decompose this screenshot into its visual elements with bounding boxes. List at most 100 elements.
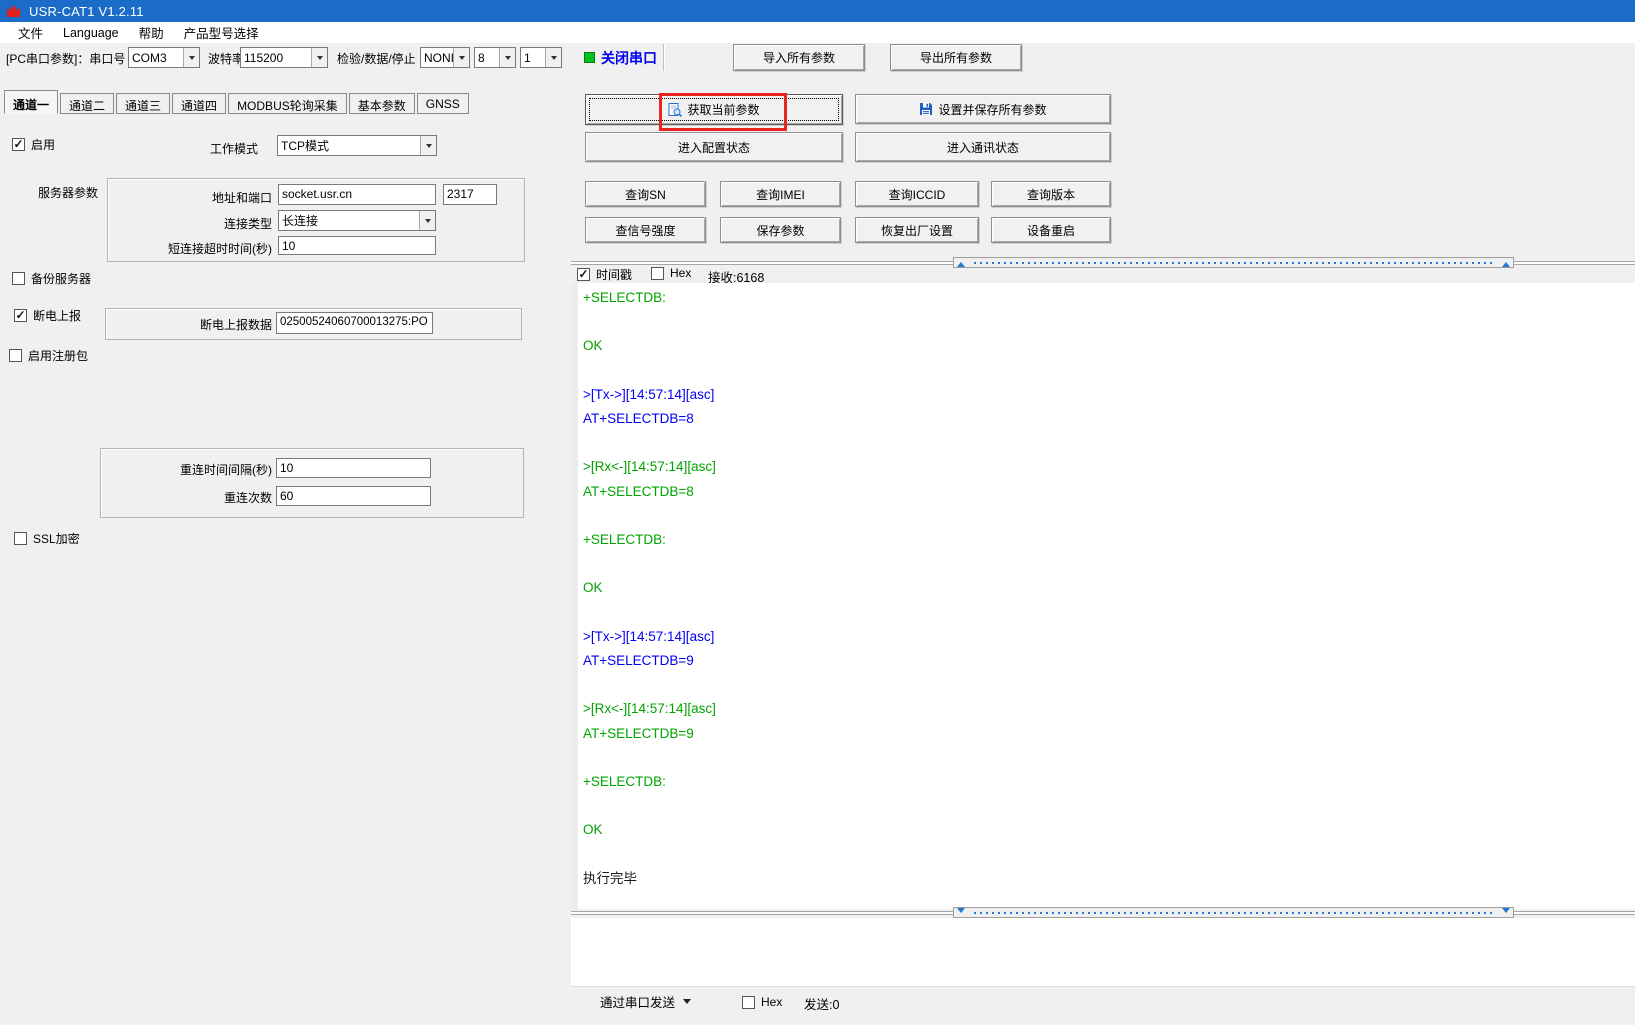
- chevron-down-icon[interactable]: [311, 48, 327, 67]
- com-port-select[interactable]: COM3: [128, 47, 200, 68]
- splitter-grip: [974, 912, 1493, 914]
- short-timeout-input[interactable]: 10: [278, 236, 436, 255]
- device-restart-button[interactable]: 设备重启: [991, 217, 1111, 243]
- parity-value: NONI: [421, 51, 453, 65]
- tab-通道一[interactable]: 通道一: [4, 90, 58, 114]
- toolbar-separator: [663, 44, 664, 71]
- export-all-params-button[interactable]: 导出所有参数: [890, 44, 1022, 71]
- work-mode-select[interactable]: TCP模式: [277, 135, 437, 156]
- enable-label: 启用: [31, 136, 55, 153]
- reconnect-times-label: 重连次数: [120, 489, 272, 506]
- collapse-up-icon[interactable]: [1502, 258, 1510, 267]
- reconnect-times-input[interactable]: 60: [276, 486, 431, 506]
- conn-type-value: 长连接: [279, 212, 419, 229]
- log-line: >[Tx->][14:57:14][asc]: [583, 383, 1631, 407]
- checkbox-box: ✓: [577, 268, 590, 281]
- register-package-checkbox[interactable]: 启用注册包: [9, 347, 88, 364]
- port-open-indicator: [584, 52, 595, 63]
- com-port-value: COM3: [129, 51, 183, 65]
- conn-type-select[interactable]: 长连接: [278, 210, 436, 231]
- parity-select[interactable]: NONI: [420, 47, 470, 68]
- set-save-all-params-label: 设置并保存所有参数: [938, 101, 1046, 118]
- set-save-all-params-button[interactable]: 设置并保存所有参数: [855, 94, 1111, 124]
- pc-serial-label: [PC串口参数]：串口号: [6, 50, 125, 67]
- chevron-down-icon[interactable]: [453, 48, 469, 67]
- send-bar: [571, 986, 1635, 1015]
- tab-通道二[interactable]: 通道二: [60, 93, 114, 114]
- log-line: OK: [583, 818, 1631, 842]
- enter-comm-state-button[interactable]: 进入通讯状态: [855, 132, 1111, 162]
- ssl-label: SSL加密: [33, 530, 80, 547]
- baud-rate-select[interactable]: 115200: [240, 47, 328, 68]
- tab-MODBUS轮询采集[interactable]: MODBUS轮询采集: [228, 93, 347, 114]
- query-signal-button[interactable]: 查信号强度: [585, 217, 706, 243]
- query-sn-button[interactable]: 查询SN: [585, 181, 706, 207]
- save-params-button[interactable]: 保存参数: [720, 217, 841, 243]
- collapse-down-icon[interactable]: [1502, 908, 1510, 917]
- recv-hex-checkbox[interactable]: Hex: [651, 266, 691, 280]
- enable-checkbox[interactable]: ✓ 启用: [12, 136, 55, 153]
- log-line: [583, 359, 1631, 383]
- menu-item-0[interactable]: 文件: [8, 21, 53, 44]
- data-bits-select[interactable]: 8: [474, 47, 516, 68]
- collapse-up-icon[interactable]: [957, 258, 965, 267]
- reconnect-interval-input[interactable]: 10: [276, 458, 431, 478]
- receive-log-area[interactable]: +SELECTDB: OK >[Tx->][14:57:14][asc] AT+S…: [571, 283, 1635, 909]
- import-all-params-button[interactable]: 导入所有参数: [733, 44, 865, 71]
- chevron-down-icon[interactable]: [183, 48, 199, 67]
- query-version-button[interactable]: 查询版本: [991, 181, 1111, 207]
- collapse-down-icon[interactable]: [957, 908, 965, 917]
- query-imei-button[interactable]: 查询IMEI: [720, 181, 841, 207]
- backup-server-checkbox[interactable]: 备份服务器: [12, 270, 91, 287]
- query-iccid-button[interactable]: 查询ICCID: [855, 181, 979, 207]
- send-via-serial-label: 通过串口发送: [600, 992, 675, 1011]
- menu-item-2[interactable]: 帮助: [129, 21, 174, 44]
- server-params-label: 服务器参数: [38, 184, 98, 201]
- send-via-serial-button[interactable]: 通过串口发送: [600, 992, 691, 1011]
- tab-基本参数[interactable]: 基本参数: [349, 93, 415, 114]
- log-line: OK: [583, 334, 1631, 358]
- send-input-area[interactable]: [571, 918, 1635, 986]
- close-port-button[interactable]: 关闭串口: [601, 48, 657, 68]
- tab-通道三[interactable]: 通道三: [116, 93, 170, 114]
- log-splitter-handle[interactable]: [953, 257, 1514, 268]
- title-bar[interactable]: USR-CAT1 V1.2.11: [0, 0, 1635, 22]
- conn-type-label: 连接类型: [120, 215, 272, 232]
- stop-bits-select[interactable]: 1: [520, 47, 562, 68]
- chevron-down-icon[interactable]: [419, 211, 435, 230]
- server-address-input[interactable]: socket.usr.cn: [278, 184, 436, 205]
- chevron-down-icon[interactable]: [499, 48, 515, 67]
- channel-tab-strip: 通道一通道二通道三通道四MODBUS轮询采集基本参数GNSS: [4, 90, 471, 114]
- power-report-label: 断电上报: [33, 307, 81, 324]
- log-line: AT+SELECTDB=8: [583, 480, 1631, 504]
- log-line: AT+SELECTDB=9: [583, 722, 1631, 746]
- get-current-params-label: 获取当前参数: [687, 101, 759, 118]
- log-line: [583, 431, 1631, 455]
- get-current-params-button[interactable]: 获取当前参数: [585, 94, 843, 125]
- power-report-data-input[interactable]: 02500524060700013275:PO: [276, 312, 433, 334]
- app-window: USR-CAT1 V1.2.11 文件Language帮助产品型号选择 [PC串…: [0, 0, 1635, 1025]
- checkbox-box: [742, 996, 755, 1009]
- send-hex-checkbox[interactable]: Hex: [742, 995, 782, 1009]
- checkbox-box: ✓: [12, 138, 25, 151]
- log-line: [583, 310, 1631, 334]
- log-line: >[Tx->][14:57:14][asc]: [583, 625, 1631, 649]
- tab-通道四[interactable]: 通道四: [172, 93, 226, 114]
- chevron-down-icon[interactable]: [545, 48, 561, 67]
- factory-reset-button[interactable]: 恢复出厂设置: [855, 217, 979, 243]
- tab-GNSS[interactable]: GNSS: [417, 93, 469, 114]
- power-report-checkbox[interactable]: ✓ 断电上报: [14, 307, 81, 324]
- timestamp-checkbox[interactable]: ✓ 时间戳: [577, 266, 632, 283]
- address-port-label: 地址和端口: [120, 189, 272, 206]
- log-line: +SELECTDB:: [583, 770, 1631, 794]
- chevron-down-icon[interactable]: [420, 136, 436, 155]
- server-port-input[interactable]: 2317: [443, 184, 497, 205]
- enter-config-state-button[interactable]: 进入配置状态: [585, 132, 843, 162]
- send-splitter-handle[interactable]: [953, 907, 1514, 918]
- menu-item-3[interactable]: 产品型号选择: [174, 21, 269, 44]
- menu-item-1[interactable]: Language: [53, 24, 129, 42]
- ssl-checkbox[interactable]: SSL加密: [14, 530, 80, 547]
- log-line: [583, 746, 1631, 770]
- reconnect-interval-label: 重连时间间隔(秒): [120, 461, 272, 478]
- log-gutter: [571, 283, 578, 909]
